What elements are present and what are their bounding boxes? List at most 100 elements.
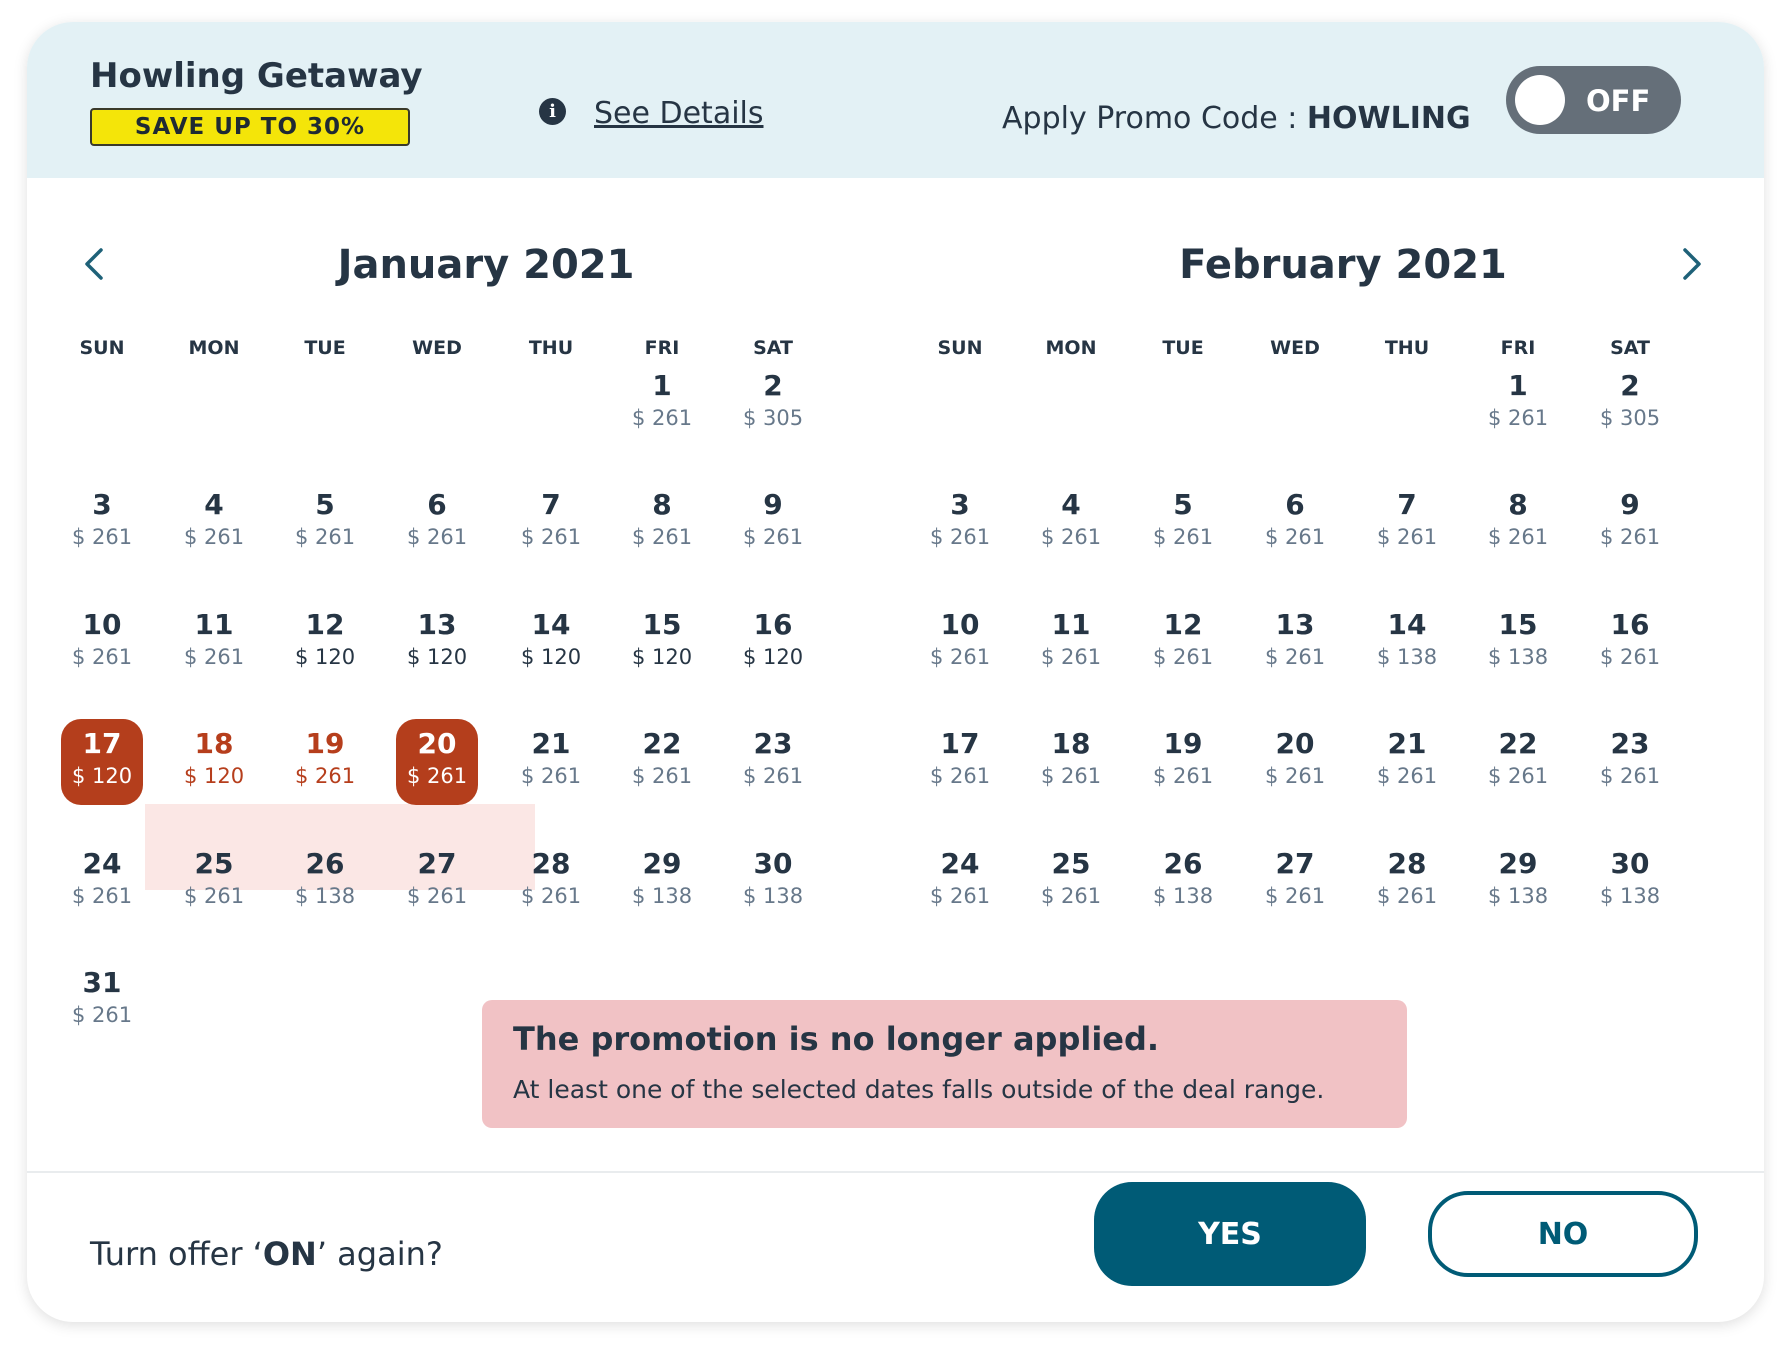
weekday-mon-february: MON xyxy=(1045,337,1097,359)
calendar-day-january-23[interactable]: 23 $ 261 xyxy=(732,719,814,805)
calendar-day-february-17[interactable]: 17 $ 261 xyxy=(919,719,1001,805)
chevron-left-icon[interactable] xyxy=(75,242,115,286)
day-price: $ 261 xyxy=(1264,525,1326,549)
calendar-day-february-14[interactable]: 14 $ 138 xyxy=(1366,600,1448,686)
calendar-day-january-28[interactable]: 28 $ 261 xyxy=(510,839,592,925)
day-price: $ 261 xyxy=(1264,764,1326,788)
info-icon[interactable]: i xyxy=(539,98,566,125)
calendar-day-february-26[interactable]: 26 $ 138 xyxy=(1142,839,1224,925)
day-price: $ 261 xyxy=(929,525,991,549)
calendar-day-january-29[interactable]: 29 $ 138 xyxy=(621,839,703,925)
calendar-day-february-18[interactable]: 18 $ 261 xyxy=(1030,719,1112,805)
calendar-day-february-7[interactable]: 7 $ 261 xyxy=(1366,480,1448,566)
day-price: $ 261 xyxy=(1264,884,1326,908)
calendar-day-january-25[interactable]: 25 $ 261 xyxy=(173,839,255,925)
calendar-day-january-19[interactable]: 19 $ 261 xyxy=(284,719,366,805)
calendar-day-february-2[interactable]: 2 $ 305 xyxy=(1589,361,1671,447)
calendar-day-february-8[interactable]: 8 $ 261 xyxy=(1477,480,1559,566)
day-price: $ 261 xyxy=(406,525,468,549)
promo-code-label: Apply Promo Code : HOWLING xyxy=(1002,101,1471,136)
calendar-day-january-11[interactable]: 11 $ 261 xyxy=(173,600,255,686)
yes-button[interactable]: YES xyxy=(1094,1182,1366,1286)
day-price: $ 120 xyxy=(631,645,693,669)
calendar-day-january-9[interactable]: 9 $ 261 xyxy=(732,480,814,566)
calendar-day-january-12[interactable]: 12 $ 120 xyxy=(284,600,366,686)
calendar-day-january-24[interactable]: 24 $ 261 xyxy=(61,839,143,925)
calendar-day-february-25[interactable]: 25 $ 261 xyxy=(1030,839,1112,925)
day-number: 26 xyxy=(1163,847,1203,880)
day-price: $ 261 xyxy=(929,884,991,908)
calendar-day-january-31[interactable]: 31 $ 261 xyxy=(61,958,143,1044)
calendar-day-january-30[interactable]: 30 $ 138 xyxy=(732,839,814,925)
weekday-thu-february: THU xyxy=(1384,337,1430,359)
question-bold: ON xyxy=(262,1235,317,1273)
calendar-day-january-14[interactable]: 14 $ 120 xyxy=(510,600,592,686)
day-number: 12 xyxy=(305,608,345,641)
no-button[interactable]: NO xyxy=(1428,1191,1698,1277)
calendar-day-february-30[interactable]: 30 $ 138 xyxy=(1589,839,1671,925)
calendar-day-january-13[interactable]: 13 $ 120 xyxy=(396,600,478,686)
calendar-day-february-1[interactable]: 1 $ 261 xyxy=(1477,361,1559,447)
calendar-day-january-3[interactable]: 3 $ 261 xyxy=(61,480,143,566)
day-price: $ 261 xyxy=(520,884,582,908)
calendar-day-january-5[interactable]: 5 $ 261 xyxy=(284,480,366,566)
day-number: 9 xyxy=(763,488,783,521)
chevron-right-icon[interactable] xyxy=(1671,242,1711,286)
calendar-day-february-23[interactable]: 23 $ 261 xyxy=(1589,719,1671,805)
calendar-day-february-13[interactable]: 13 $ 261 xyxy=(1254,600,1336,686)
calendar-day-february-12[interactable]: 12 $ 261 xyxy=(1142,600,1224,686)
calendar-day-january-1[interactable]: 1 $ 261 xyxy=(621,361,703,447)
calendar-day-february-16[interactable]: 16 $ 261 xyxy=(1589,600,1671,686)
day-number: 4 xyxy=(1061,488,1081,521)
calendar-day-january-16[interactable]: 16 $ 120 xyxy=(732,600,814,686)
toggle-knob xyxy=(1515,75,1565,125)
calendar-day-january-15[interactable]: 15 $ 120 xyxy=(621,600,703,686)
calendar-day-january-2[interactable]: 2 $ 305 xyxy=(732,361,814,447)
month-title-february: February 2021 xyxy=(1179,242,1507,288)
calendar-day-february-6[interactable]: 6 $ 261 xyxy=(1254,480,1336,566)
calendar-day-february-15[interactable]: 15 $ 138 xyxy=(1477,600,1559,686)
calendar-day-january-7[interactable]: 7 $ 261 xyxy=(510,480,592,566)
calendar-day-january-8[interactable]: 8 $ 261 xyxy=(621,480,703,566)
calendar-day-february-29[interactable]: 29 $ 138 xyxy=(1477,839,1559,925)
calendar-day-january-21[interactable]: 21 $ 261 xyxy=(510,719,592,805)
see-details-link[interactable]: See Details xyxy=(594,96,764,131)
day-number: 15 xyxy=(642,608,682,641)
calendar-day-january-20[interactable]: 20 $ 261 xyxy=(396,719,478,805)
day-number: 4 xyxy=(204,488,224,521)
weekday-fri-january: FRI xyxy=(644,337,680,359)
day-number: 11 xyxy=(1051,608,1091,641)
calendar-day-january-6[interactable]: 6 $ 261 xyxy=(396,480,478,566)
calendar-day-january-17[interactable]: 17 $ 120 xyxy=(61,719,143,805)
calendar-day-february-9[interactable]: 9 $ 261 xyxy=(1589,480,1671,566)
day-price: $ 138 xyxy=(1487,884,1549,908)
calendar-day-january-26[interactable]: 26 $ 138 xyxy=(284,839,366,925)
calendar-day-february-22[interactable]: 22 $ 261 xyxy=(1477,719,1559,805)
calendar-day-february-3[interactable]: 3 $ 261 xyxy=(919,480,1001,566)
calendar-day-january-22[interactable]: 22 $ 261 xyxy=(621,719,703,805)
promo-toggle[interactable]: OFF xyxy=(1506,66,1681,134)
calendar-day-january-27[interactable]: 27 $ 261 xyxy=(396,839,478,925)
calendar-day-february-27[interactable]: 27 $ 261 xyxy=(1254,839,1336,925)
day-number: 10 xyxy=(940,608,980,641)
day-number: 1 xyxy=(1508,369,1528,402)
calendar-day-february-20[interactable]: 20 $ 261 xyxy=(1254,719,1336,805)
calendar-day-january-10[interactable]: 10 $ 261 xyxy=(61,600,143,686)
day-number: 18 xyxy=(1051,727,1091,760)
day-number: 17 xyxy=(82,727,122,760)
calendar-day-february-4[interactable]: 4 $ 261 xyxy=(1030,480,1112,566)
calendar-day-january-4[interactable]: 4 $ 261 xyxy=(173,480,255,566)
day-price: $ 261 xyxy=(929,764,991,788)
calendar-day-february-21[interactable]: 21 $ 261 xyxy=(1366,719,1448,805)
calendar-day-february-19[interactable]: 19 $ 261 xyxy=(1142,719,1224,805)
calendar-day-february-5[interactable]: 5 $ 261 xyxy=(1142,480,1224,566)
day-number: 13 xyxy=(417,608,457,641)
calendar-day-february-11[interactable]: 11 $ 261 xyxy=(1030,600,1112,686)
day-number: 23 xyxy=(1610,727,1650,760)
weekday-sat-february: SAT xyxy=(1610,337,1650,359)
calendar-day-february-10[interactable]: 10 $ 261 xyxy=(919,600,1001,686)
calendar-day-january-18[interactable]: 18 $ 120 xyxy=(173,719,255,805)
weekday-sat-january: SAT xyxy=(753,337,793,359)
calendar-day-february-24[interactable]: 24 $ 261 xyxy=(919,839,1001,925)
calendar-day-february-28[interactable]: 28 $ 261 xyxy=(1366,839,1448,925)
